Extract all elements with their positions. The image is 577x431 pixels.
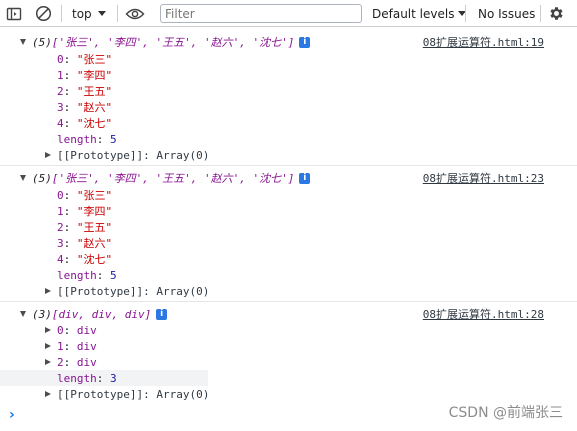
item-value: "张三" [76,189,113,202]
prototype-row[interactable]: [[Prototype]]: Array(0) [45,283,209,299]
item-key: 0 [57,323,64,337]
prototype-label: [[Prototype]]: Array(0) [57,148,210,162]
expand-triangle-icon[interactable] [20,175,26,181]
array-item: 3: "赵六" [57,100,113,115]
sidebar-toggle-icon[interactable] [6,0,22,27]
item-value: "赵六" [76,237,113,250]
item-key: 1 [57,68,64,82]
item-key: 1 [57,339,64,353]
array-summary-row[interactable]: (3) [div, div, div] i [20,306,168,322]
item-value: "沈七" [76,253,113,266]
expand-triangle-icon[interactable] [20,311,26,317]
array-item[interactable]: 1: div [45,338,97,354]
item-value: "李四" [76,205,113,218]
length-value: 5 [110,268,117,282]
expand-triangle-icon[interactable] [45,152,51,158]
array-item: 4: "沈七" [57,252,113,267]
settings-gear-icon[interactable] [548,0,565,27]
console-message: (5) ['张三', '李四', '王五', '赵六', '沈七'] i 08扩… [0,166,577,302]
item-value: div [76,339,97,353]
item-key: 2 [57,220,64,234]
issues-label: No Issues [478,6,536,21]
live-expression-eye-icon[interactable] [125,0,145,27]
item-key: 0 [57,188,64,202]
clear-console-icon[interactable] [35,0,52,27]
array-preview: ['张三', '李四', '王五', '赵六', '沈七'] [51,36,295,49]
length-key: length [57,268,97,282]
expand-triangle-icon[interactable] [45,343,51,349]
item-value: "赵六" [76,101,113,114]
length-row: length: 5 [57,268,117,282]
item-key: 2 [57,355,64,369]
length-row: length: 3 [57,371,117,385]
item-value: div [76,323,97,337]
issues-button[interactable]: No Issues [478,0,535,27]
item-key: 2 [57,84,64,98]
watermark: CSDN @前端张三 [448,405,563,421]
log-levels-dropdown[interactable]: Default levels [372,0,467,27]
array-length-prefix: (5) [32,171,52,185]
array-length-prefix: (3) [32,307,52,321]
array-item: 3: "赵六" [57,236,113,251]
item-key: 3 [57,236,64,250]
log-levels-label: Default levels [372,6,455,21]
length-key: length [57,371,97,385]
item-value: div [76,355,97,369]
item-key: 0 [57,52,64,66]
array-summary-row[interactable]: (5) ['张三', '李四', '王五', '赵六', '沈七'] i [20,170,311,186]
item-key: 3 [57,100,64,114]
array-item: 0: "张三" [57,52,113,67]
item-value: "王五" [76,85,113,98]
prototype-label: [[Prototype]]: Array(0) [57,284,210,298]
info-badge-icon[interactable]: i [299,36,311,48]
length-key: length [57,132,97,146]
expand-triangle-icon[interactable] [45,391,51,397]
item-key: 4 [57,116,64,130]
item-value: "李四" [76,69,113,82]
console-message: (3) [div, div, div] i 08扩展运算符.html:28 0:… [0,302,577,402]
item-value: "王五" [76,221,113,234]
source-link[interactable]: 08扩展运算符.html:19 [423,34,544,50]
array-preview: ['张三', '李四', '王五', '赵六', '沈七'] [51,172,295,185]
context-selector[interactable]: top [72,0,106,27]
item-value: "沈七" [76,117,113,130]
info-badge-icon[interactable]: i [156,308,168,320]
expand-triangle-icon[interactable] [45,359,51,365]
array-item: 0: "张三" [57,188,113,203]
prototype-label: [[Prototype]]: Array(0) [57,387,210,401]
chevron-down-icon [97,11,106,16]
length-value: 3 [110,371,117,385]
array-item[interactable]: 2: div [45,354,97,370]
console-message: (5) ['张三', '李四', '王五', '赵六', '沈七'] i 08扩… [0,30,577,166]
item-key: 4 [57,252,64,266]
context-label: top [72,6,92,21]
array-preview: [div, div, div] [51,307,152,321]
expand-triangle-icon[interactable] [45,288,51,294]
length-value: 5 [110,132,117,146]
console-prompt-icon[interactable]: › [9,407,15,423]
item-key: 1 [57,204,64,218]
array-summary-row[interactable]: (5) ['张三', '李四', '王五', '赵六', '沈七'] i [20,34,311,50]
array-item: 2: "王五" [57,220,113,235]
expand-triangle-icon[interactable] [20,39,26,45]
length-row: length: 5 [57,132,117,146]
array-item[interactable]: 0: div [45,322,97,338]
array-item: 2: "王五" [57,84,113,99]
filter-input[interactable] [160,4,362,23]
array-item: 1: "李四" [57,68,113,83]
array-length-prefix: (5) [32,35,52,49]
item-value: "张三" [76,53,113,66]
prototype-row[interactable]: [[Prototype]]: Array(0) [45,147,209,163]
info-badge-icon[interactable]: i [299,172,311,184]
prototype-row[interactable]: [[Prototype]]: Array(0) [45,386,209,402]
array-item: 4: "沈七" [57,116,113,131]
source-link[interactable]: 08扩展运算符.html:23 [423,170,544,186]
source-link[interactable]: 08扩展运算符.html:28 [423,306,544,322]
expand-triangle-icon[interactable] [45,327,51,333]
array-item: 1: "李四" [57,204,113,219]
console-toolbar: top Default levels No Issues [0,0,577,27]
